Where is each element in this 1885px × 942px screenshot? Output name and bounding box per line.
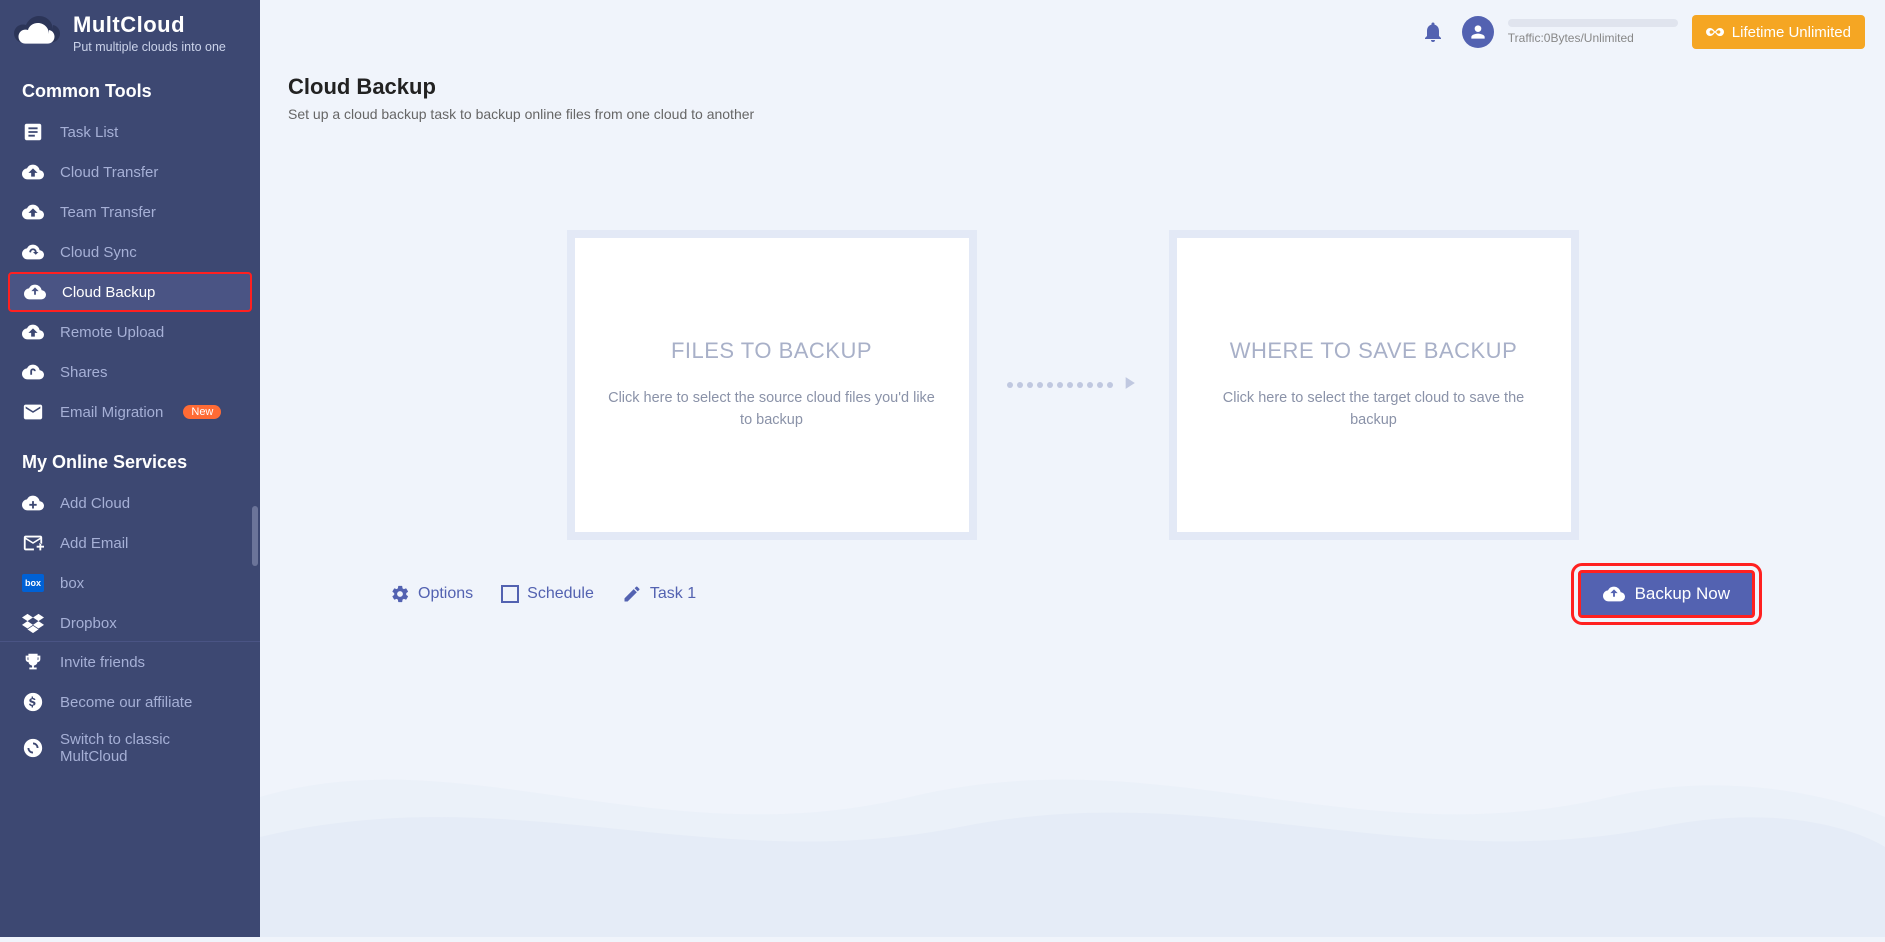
sidebar-item-cloud-transfer[interactable]: Cloud Transfer: [0, 152, 260, 192]
options-button[interactable]: Options: [390, 584, 473, 604]
cloud-backup-icon: [24, 281, 46, 303]
sidebar-scrollbar[interactable]: [252, 506, 258, 566]
sidebar-item-add-cloud[interactable]: Add Cloud: [0, 483, 260, 523]
page-header: Cloud Backup Set up a cloud backup task …: [260, 64, 1885, 122]
topbar: Traffic:0Bytes/Unlimited Lifetime Unlimi…: [260, 0, 1885, 64]
sidebar-item-label: box: [60, 575, 84, 592]
task-name-button[interactable]: Task 1: [622, 584, 696, 604]
lifetime-unlimited-button[interactable]: Lifetime Unlimited: [1692, 15, 1865, 49]
sidebar-item-become-affiliate[interactable]: Become our affiliate: [0, 682, 260, 722]
target-panel[interactable]: WHERE TO SAVE BACKUP Click here to selec…: [1169, 230, 1579, 540]
dollar-icon: [22, 691, 44, 713]
sidebar-item-add-email[interactable]: Add Email: [0, 523, 260, 563]
user-avatar-button[interactable]: [1462, 16, 1494, 48]
sidebar-item-switch-classic[interactable]: Switch to classic MultCloud: [0, 722, 260, 774]
sidebar-item-cloud-sync[interactable]: Cloud Sync: [0, 232, 260, 272]
backup-now-label: Backup Now: [1635, 584, 1730, 604]
sidebar-item-label: Shares: [60, 364, 108, 381]
sidebar: MultCloud Put multiple clouds into one C…: [0, 0, 260, 937]
team-transfer-icon: [22, 201, 44, 223]
logo-title: MultCloud: [73, 12, 226, 38]
edit-icon: [622, 584, 642, 604]
sidebar-item-email-migration[interactable]: Email Migration New: [0, 392, 260, 432]
sidebar-item-label: Add Cloud: [60, 495, 130, 512]
transfer-arrow: [1007, 373, 1139, 398]
page-title: Cloud Backup: [288, 74, 1857, 100]
main-content: Traffic:0Bytes/Unlimited Lifetime Unlimi…: [260, 0, 1885, 937]
gear-icon: [390, 584, 410, 604]
sidebar-item-label: Cloud Backup: [62, 284, 155, 301]
source-panel-desc: Click here to select the source cloud fi…: [602, 388, 942, 432]
page-subtitle: Set up a cloud backup task to backup onl…: [288, 106, 1857, 122]
target-panel-desc: Click here to select the target cloud to…: [1204, 388, 1544, 432]
traffic-bar: [1508, 19, 1678, 27]
schedule-checkbox[interactable]: Schedule: [501, 585, 594, 603]
backup-config-area: FILES TO BACKUP Click here to select the…: [390, 230, 1755, 540]
sidebar-item-team-transfer[interactable]: Team Transfer: [0, 192, 260, 232]
sidebar-item-label: Add Email: [60, 535, 128, 552]
person-icon: [1468, 22, 1488, 42]
sidebar-item-label: Task List: [60, 124, 118, 141]
sidebar-item-box[interactable]: box box: [0, 563, 260, 603]
remote-upload-icon: [22, 321, 44, 343]
options-label: Options: [418, 585, 473, 603]
sidebar-item-cloud-backup[interactable]: Cloud Backup: [8, 272, 252, 312]
backup-now-button[interactable]: Backup Now: [1578, 570, 1755, 618]
notifications-button[interactable]: [1418, 17, 1448, 47]
bell-icon: [1421, 20, 1445, 44]
lifetime-label: Lifetime Unlimited: [1732, 24, 1851, 41]
sidebar-item-label: Become our affiliate: [60, 694, 192, 711]
schedule-label: Schedule: [527, 585, 594, 603]
task-name-label: Task 1: [650, 585, 696, 603]
cloud-sync-icon: [22, 241, 44, 263]
logo-cloud-icon: [5, 10, 65, 55]
sidebar-item-label: Switch to classic MultCloud: [60, 731, 238, 765]
sidebar-item-label: Dropbox: [60, 615, 117, 632]
sidebar-item-shares[interactable]: Shares: [0, 352, 260, 392]
logo[interactable]: MultCloud Put multiple clouds into one: [0, 0, 260, 65]
switch-icon: [22, 737, 44, 759]
add-cloud-icon: [22, 492, 44, 514]
traffic-indicator: Traffic:0Bytes/Unlimited: [1508, 19, 1678, 45]
common-tools-heading: Common Tools: [0, 65, 260, 112]
controls-row: Options Schedule Task 1 Backup Now: [390, 570, 1755, 618]
trophy-icon: [22, 651, 44, 673]
infinity-icon: [1706, 23, 1724, 41]
dropbox-icon: [22, 612, 44, 633]
sidebar-item-invite-friends[interactable]: Invite friends: [0, 642, 260, 682]
sidebar-item-label: Email Migration: [60, 404, 163, 421]
sidebar-item-label: Cloud Sync: [60, 244, 137, 261]
sidebar-item-label: Invite friends: [60, 654, 145, 671]
task-list-icon: [22, 121, 44, 143]
sidebar-item-label: Remote Upload: [60, 324, 164, 341]
traffic-text: Traffic:0Bytes/Unlimited: [1508, 31, 1634, 45]
new-badge: New: [183, 405, 221, 419]
source-panel-title: FILES TO BACKUP: [671, 338, 872, 364]
checkbox-icon: [501, 585, 519, 603]
sidebar-item-dropbox[interactable]: Dropbox: [0, 603, 260, 633]
cloud-backup-icon: [1603, 583, 1625, 605]
shares-icon: [22, 361, 44, 383]
email-migration-icon: [22, 401, 44, 423]
target-panel-title: WHERE TO SAVE BACKUP: [1230, 338, 1518, 364]
source-panel[interactable]: FILES TO BACKUP Click here to select the…: [567, 230, 977, 540]
sidebar-item-remote-upload[interactable]: Remote Upload: [0, 312, 260, 352]
box-icon: box: [22, 572, 44, 594]
sidebar-item-label: Cloud Transfer: [60, 164, 158, 181]
my-online-services-heading: My Online Services: [0, 436, 260, 483]
cloud-transfer-icon: [22, 161, 44, 183]
logo-subtitle: Put multiple clouds into one: [73, 40, 226, 54]
add-email-icon: [22, 532, 44, 554]
sidebar-item-task-list[interactable]: Task List: [0, 112, 260, 152]
sidebar-item-label: Team Transfer: [60, 204, 156, 221]
arrow-head-icon: [1117, 373, 1139, 398]
